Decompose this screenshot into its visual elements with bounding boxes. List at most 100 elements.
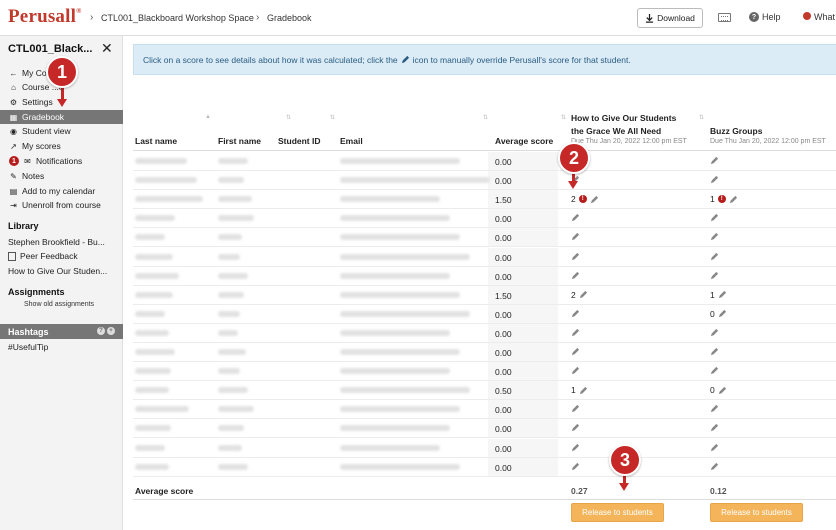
score-cell-a1[interactable] [571, 366, 580, 375]
score-cell-a2[interactable] [710, 347, 719, 356]
pencil-icon[interactable] [710, 443, 719, 452]
pencil-icon[interactable] [571, 443, 580, 452]
sidebar-item-unenroll[interactable]: ⇥ Unenroll from course [0, 198, 123, 212]
help-link[interactable]: ? Help [749, 12, 781, 22]
pencil-icon[interactable] [571, 404, 580, 413]
score-cell-a2[interactable] [710, 252, 719, 261]
score-cell-a2[interactable]: 0 [710, 309, 727, 319]
score-value[interactable]: 1 [710, 194, 715, 204]
col-header-assignment-1-cont[interactable]: the Grace We All Need [571, 126, 661, 136]
col-header-average-score[interactable]: Average score [495, 136, 553, 146]
score-cell-a1[interactable] [571, 309, 580, 318]
pencil-icon[interactable] [710, 175, 719, 184]
pencil-icon[interactable] [710, 252, 719, 261]
help-icon[interactable]: ? [97, 327, 105, 335]
pencil-icon[interactable] [571, 347, 580, 356]
pencil-icon[interactable] [571, 462, 580, 471]
sidebar-item-notes[interactable]: ✎ Notes [0, 169, 123, 183]
sort-icon[interactable]: ⇅ [330, 114, 335, 121]
sort-icon[interactable]: ▲ [205, 114, 211, 120]
pencil-icon[interactable] [710, 366, 719, 375]
sidebar-item-calendar[interactable]: ▤ Add to my calendar [0, 184, 123, 198]
pencil-icon[interactable] [571, 271, 580, 280]
col-header-last-name[interactable]: Last name [135, 136, 177, 146]
sort-icon[interactable]: ⇅ [286, 114, 291, 121]
sidebar-item-my-scores[interactable]: ↗ My scores [0, 139, 123, 153]
score-value[interactable]: 1 [710, 290, 715, 300]
score-value[interactable]: 1 [571, 385, 576, 395]
pencil-icon[interactable] [718, 386, 727, 395]
release-to-students-button-a1[interactable]: Release to students [571, 503, 664, 522]
pencil-icon[interactable] [571, 366, 580, 375]
library-item[interactable]: How to Give Our Studen... [8, 266, 120, 276]
sort-icon[interactable]: ⇅ [561, 114, 566, 121]
release-to-students-button-a2[interactable]: Release to students [710, 503, 803, 522]
library-item[interactable]: Stephen Brookfield - Bu... [8, 237, 120, 247]
pencil-icon[interactable] [710, 156, 719, 165]
score-cell-a1[interactable] [571, 252, 580, 261]
sidebar-item-notifications[interactable]: 1 ✉ Notifications [0, 154, 123, 168]
pencil-icon[interactable] [729, 195, 738, 204]
col-header-first-name[interactable]: First name [218, 136, 261, 146]
score-cell-a1[interactable] [571, 462, 580, 471]
score-cell-a1[interactable] [571, 443, 580, 452]
pencil-icon[interactable] [571, 309, 580, 318]
score-cell-a1[interactable] [571, 347, 580, 356]
score-cell-a1[interactable] [571, 213, 580, 222]
score-cell-a2[interactable] [710, 404, 719, 413]
score-value[interactable]: 2 [571, 194, 576, 204]
hashtag-item[interactable]: #UsefulTip [8, 342, 48, 352]
download-button[interactable]: Download [637, 8, 703, 28]
score-value[interactable]: 2 [571, 290, 576, 300]
sidebar-item-student-view[interactable]: ◉ Student view [0, 124, 123, 138]
score-cell-a2[interactable] [710, 213, 719, 222]
library-item[interactable]: Peer Feedback [8, 251, 120, 261]
pencil-icon[interactable] [710, 347, 719, 356]
score-cell-a1[interactable] [571, 232, 580, 241]
score-cell-a2[interactable] [710, 232, 719, 241]
sidebar-item-gradebook[interactable]: ▦ Gradebook [0, 110, 123, 124]
score-cell-a1[interactable] [571, 328, 580, 337]
col-header-email[interactable]: Email [340, 136, 363, 146]
score-cell-a1[interactable]: 1 [571, 385, 588, 395]
score-value[interactable]: 0 [710, 385, 715, 395]
pencil-icon[interactable] [710, 328, 719, 337]
alert-icon[interactable]: ! [717, 195, 726, 204]
score-cell-a2[interactable] [710, 156, 719, 165]
score-cell-a1[interactable]: 2! [571, 194, 599, 204]
pencil-icon[interactable] [571, 423, 580, 432]
pencil-icon[interactable] [718, 290, 727, 299]
col-header-assignment-2[interactable]: Buzz Groups [710, 126, 762, 136]
score-cell-a2[interactable] [710, 366, 719, 375]
score-cell-a2[interactable] [710, 443, 719, 452]
pencil-icon[interactable] [571, 213, 580, 222]
pencil-icon[interactable] [571, 328, 580, 337]
sort-icon[interactable]: ⇅ [483, 114, 488, 121]
alert-icon[interactable]: ! [578, 195, 587, 204]
score-cell-a2[interactable] [710, 423, 719, 432]
score-cell-a2[interactable] [710, 271, 719, 280]
score-cell-a2[interactable]: 1! [710, 194, 738, 204]
pencil-icon[interactable] [710, 213, 719, 222]
sort-icon[interactable]: ⇅ [699, 114, 704, 121]
score-cell-a2[interactable]: 1 [710, 290, 727, 300]
col-header-student-id[interactable]: Student ID [278, 136, 321, 146]
pencil-icon[interactable] [579, 290, 588, 299]
whats-new-link[interactable]: What [803, 12, 835, 22]
breadcrumb-course[interactable]: CTL001_Blackboard Workshop Space [101, 13, 254, 23]
pencil-icon[interactable] [590, 195, 599, 204]
pencil-icon[interactable] [710, 404, 719, 413]
pencil-icon[interactable] [710, 232, 719, 241]
close-icon[interactable]: ✕ [101, 40, 113, 57]
score-cell-a1[interactable] [571, 423, 580, 432]
score-cell-a2[interactable] [710, 175, 719, 184]
score-cell-a2[interactable] [710, 328, 719, 337]
pencil-icon[interactable] [710, 423, 719, 432]
score-cell-a2[interactable]: 0 [710, 385, 727, 395]
col-header-assignment-1[interactable]: How to Give Our Students [571, 113, 676, 123]
score-value[interactable]: 0 [710, 309, 715, 319]
pencil-icon[interactable] [718, 309, 727, 318]
pencil-icon[interactable] [579, 386, 588, 395]
keyboard-icon[interactable] [718, 13, 731, 22]
score-cell-a1[interactable] [571, 271, 580, 280]
